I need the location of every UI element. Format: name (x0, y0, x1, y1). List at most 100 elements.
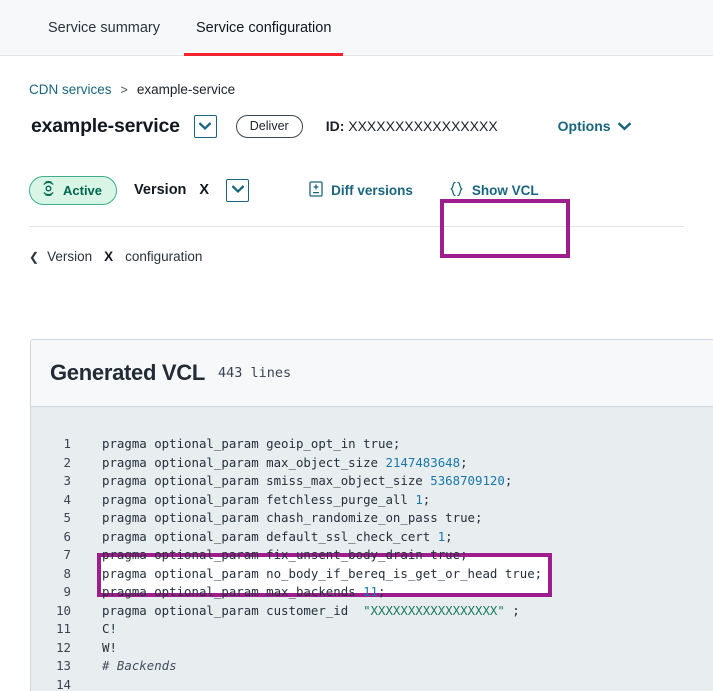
code-token: ; (505, 473, 512, 488)
version-dropdown-button[interactable] (226, 179, 249, 202)
code-line-number: 1 (31, 435, 76, 454)
code-line: 11 C! (31, 620, 713, 639)
code-line-text (76, 676, 102, 691)
code-token: pragma optional_param max_backends (102, 584, 363, 599)
code-line: 13 # Backends (31, 657, 713, 676)
generated-vcl-header: Generated VCL 443 lines (31, 340, 713, 407)
service-switcher-button[interactable] (194, 115, 217, 138)
code-line: 3 pragma optional_param smiss_max_object_… (31, 472, 713, 491)
breadcrumb-link-cdn-services[interactable]: CDN services (29, 82, 112, 97)
code-token: pragma optional_param chash_randomize_on… (102, 510, 482, 525)
generated-vcl-panel: Generated VCL 443 lines 1pragma optional… (30, 339, 713, 691)
code-line-number: 11 (31, 620, 76, 639)
code-token: ; (378, 584, 385, 599)
code-token: ; (460, 455, 467, 470)
code-token: # Backends (102, 658, 177, 673)
code-line-number: 4 (31, 491, 76, 510)
code-line-text: pragma optional_param customer_id "XXXXX… (76, 602, 520, 621)
code-line-text: pragma optional_param geoip_opt_in true; (76, 435, 400, 454)
code-line-text: pragma optional_param default_ssl_check_… (76, 528, 453, 547)
diff-document-icon (309, 181, 323, 200)
code-token: pragma optional_param geoip_opt_in true; (102, 436, 400, 451)
code-token: pragma optional_param customer_id (102, 603, 363, 618)
code-token: "XXXXXXXXXXXXXXXXX" (363, 603, 505, 618)
code-line-number: 7 (31, 546, 76, 565)
code-token: ; (423, 492, 430, 507)
code-line: 8pragma optional_param no_body_if_bereq_… (31, 565, 713, 584)
code-token: C! (102, 621, 117, 636)
subnav-version-number: X (104, 249, 113, 264)
service-type-label: Deliver (250, 119, 289, 133)
service-type-pill[interactable]: Deliver (236, 115, 303, 138)
status-badge: Active (29, 176, 117, 205)
breadcrumb-separator: > (121, 83, 128, 97)
service-header: example-service Deliver ID: XXXXXXXXXXXX… (0, 97, 713, 137)
code-line-number: 14 (31, 676, 76, 691)
code-line-text: C! (76, 620, 117, 639)
service-id-value: XXXXXXXXXXXXXXXX (348, 118, 497, 134)
page-tab-bar: Service summary Service configuration (0, 0, 713, 56)
code-line-number: 8 (31, 565, 76, 584)
subnav-version-label: Version (47, 249, 92, 264)
code-line-number: 2 (31, 454, 76, 473)
diff-versions-label: Diff versions (331, 183, 413, 198)
code-token: pragma optional_param fetchless_purge_al… (102, 492, 415, 507)
chevron-down-icon (199, 122, 211, 131)
options-menu-button[interactable]: Options (558, 118, 631, 134)
code-token: 2147483648 (385, 455, 460, 470)
options-label: Options (558, 118, 611, 134)
code-line: 9pragma optional_param max_backends 11; (31, 583, 713, 602)
code-line-number: 13 (31, 657, 76, 676)
version-toolbar: Active Version X Diff versions (0, 167, 713, 213)
generated-vcl-line-count: 443 lines (218, 365, 291, 381)
code-token: pragma optional_param default_ssl_check_… (102, 529, 438, 544)
breadcrumb-current: example-service (137, 82, 235, 97)
service-configuration-page: Service summary Service configuration CD… (0, 0, 713, 691)
broadcast-signal-icon (41, 180, 56, 200)
tab-service-configuration-label: Service configuration (196, 20, 331, 36)
status-badge-label: Active (63, 183, 102, 198)
code-line-text: W! (76, 639, 117, 658)
generated-vcl-code-area[interactable]: 1 pragma optional_param geoip_opt_in true… (31, 407, 713, 691)
code-line: 5 pragma optional_param chash_randomize_o… (31, 509, 713, 528)
page-title: example-service (31, 115, 180, 138)
code-line: 12W! (31, 639, 713, 658)
code-line-text: pragma optional_param fix_unsent_body_dr… (76, 546, 468, 565)
show-vcl-button[interactable]: Show VCL (449, 181, 539, 200)
code-line-text: pragma optional_param smiss_max_object_s… (76, 472, 512, 491)
version-label: Version (134, 182, 186, 198)
curly-braces-icon (449, 181, 464, 200)
chevron-down-icon (618, 118, 631, 134)
service-id: ID: XXXXXXXXXXXXXXXX (326, 118, 498, 134)
version-configuration-subnav[interactable]: ❮ Version X configuration (0, 227, 713, 264)
tab-service-summary[interactable]: Service summary (30, 0, 178, 56)
service-id-label: ID: (326, 118, 345, 134)
tab-service-summary-label: Service summary (48, 20, 160, 36)
code-token: ; (505, 603, 520, 618)
code-token: pragma optional_param max_object_size (102, 455, 385, 470)
code-line-text: # Backends (76, 657, 177, 676)
code-line: 2pragma optional_param max_object_size 2… (31, 454, 713, 473)
code-line-text: pragma optional_param max_object_size 21… (76, 454, 468, 473)
code-line: 7pragma optional_param fix_unsent_body_d… (31, 546, 713, 565)
code-token: 11 (363, 584, 378, 599)
version-number: X (199, 182, 209, 198)
code-line-text: pragma optional_param max_backends 11; (76, 583, 385, 602)
code-line: 14 (31, 676, 713, 691)
generated-vcl-title: Generated VCL (50, 360, 205, 386)
chevron-left-icon: ❮ (29, 250, 39, 264)
code-line-number: 3 (31, 472, 76, 491)
show-vcl-label: Show VCL (472, 183, 539, 198)
diff-versions-button[interactable]: Diff versions (309, 181, 413, 200)
code-line: 1 pragma optional_param geoip_opt_in true… (31, 435, 713, 454)
code-line-number: 6 (31, 528, 76, 547)
code-line-number: 5 (31, 509, 76, 528)
tab-service-configuration[interactable]: Service configuration (178, 0, 349, 56)
code-token: W! (102, 640, 117, 655)
code-line-number: 10 (31, 602, 76, 621)
code-token: pragma optional_param smiss_max_object_s… (102, 473, 430, 488)
vcl-code-listing: 1 pragma optional_param geoip_opt_in true… (31, 435, 713, 691)
subnav-suffix: configuration (125, 249, 202, 264)
code-token: 1 (415, 492, 422, 507)
code-line: 6 pragma optional_param default_ssl_check… (31, 528, 713, 547)
